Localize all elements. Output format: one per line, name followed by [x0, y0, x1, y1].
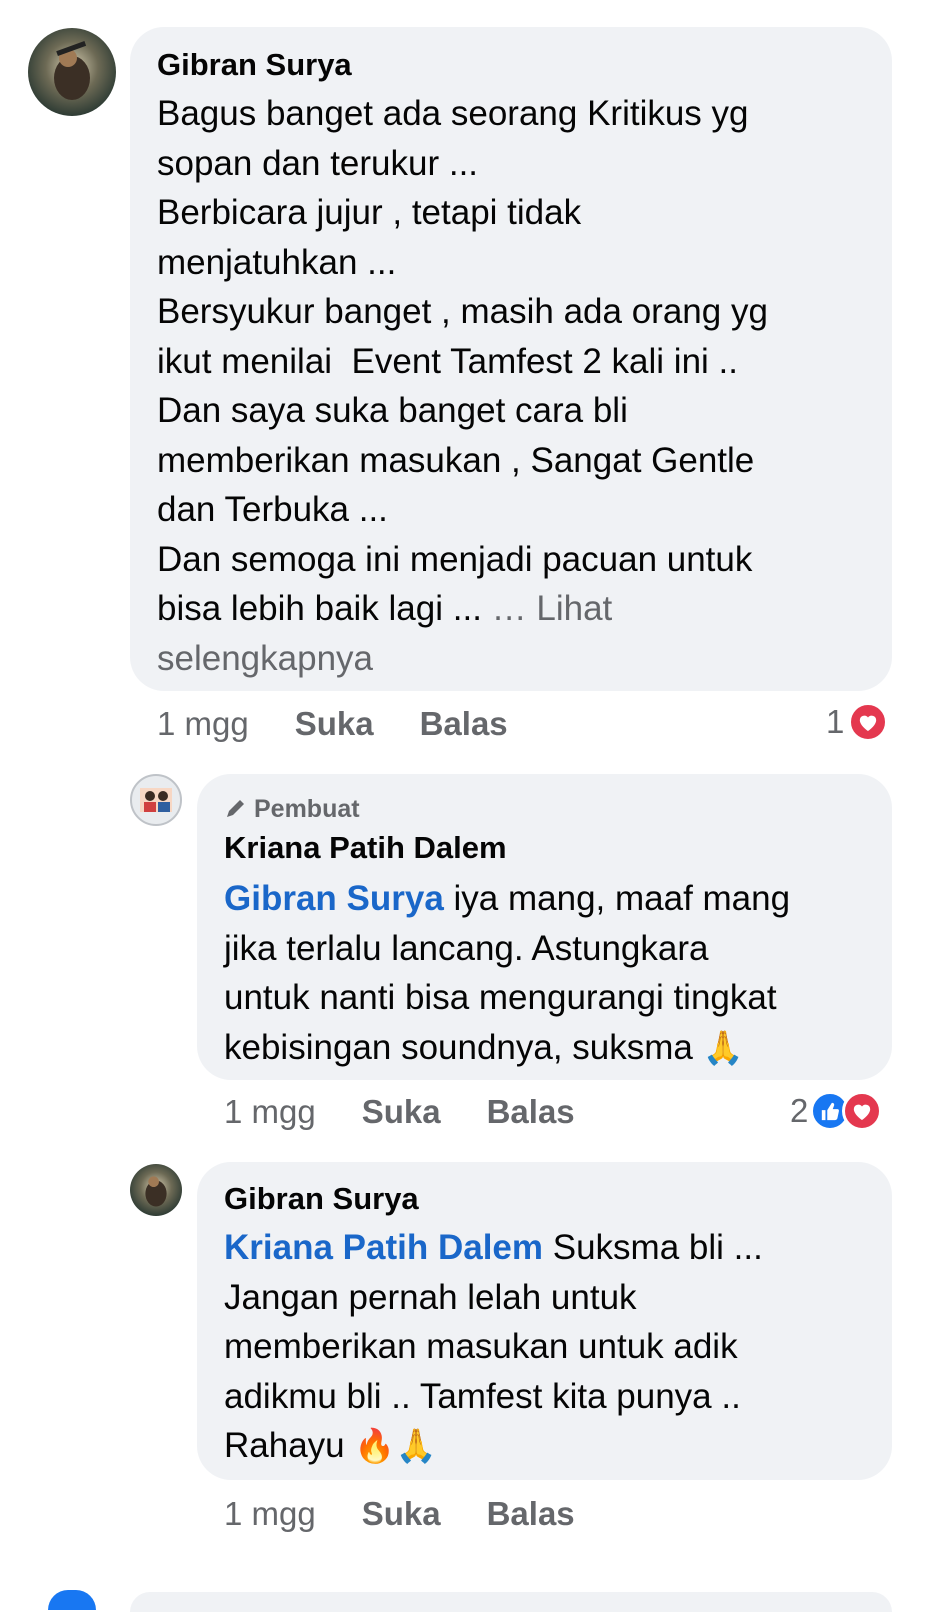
- reaction-summary[interactable]: 2: [790, 1091, 883, 1131]
- pray-emoji-icon: 🙏: [702, 1028, 744, 1066]
- next-avatar-partial: [48, 1590, 96, 1610]
- mention-link[interactable]: Kriana Patih Dalem: [224, 1228, 543, 1267]
- comment-text: Gibran Surya iya mang, maaf mang jika te…: [224, 874, 874, 1072]
- reply-button[interactable]: Balas: [420, 705, 508, 743]
- comment-time[interactable]: 1 mgg: [157, 705, 249, 743]
- comment-bubble: Pembuat Kriana Patih Dalem Gibran Surya …: [197, 774, 892, 1080]
- like-button[interactable]: Suka: [295, 705, 374, 743]
- pencil-icon: [227, 800, 244, 817]
- heart-icon: [848, 702, 889, 742]
- fire-pray-emoji-icon: 🔥🙏: [354, 1427, 437, 1464]
- comment-author[interactable]: Gibran Surya: [157, 45, 872, 85]
- comment-author[interactable]: Gibran Surya: [224, 1179, 874, 1219]
- comment-bubble: Gibran Surya Bagus banget ada seorang Kr…: [130, 27, 892, 691]
- comment-author[interactable]: Kriana Patih Dalem: [224, 828, 874, 868]
- creator-label: Pembuat: [254, 795, 360, 823]
- heart-icon: [842, 1091, 883, 1131]
- reply-button[interactable]: Balas: [487, 1093, 575, 1131]
- reaction-count: 1: [826, 703, 845, 740]
- comment-text: Kriana Patih Dalem Suksma bli ... Jangan…: [224, 1223, 874, 1471]
- reply-button[interactable]: Balas: [487, 1495, 575, 1533]
- like-button[interactable]: Suka: [362, 1495, 441, 1533]
- like-button[interactable]: Suka: [362, 1093, 441, 1131]
- avatar-photo-icon: [145, 1176, 167, 1207]
- comment-time[interactable]: 1 mgg: [224, 1495, 316, 1533]
- comment-actions: 1 mgg Suka Balas: [157, 705, 508, 743]
- reaction-count: 2: [790, 1092, 809, 1129]
- creator-badge: Pembuat: [224, 794, 874, 824]
- comment-actions: 1 mgg Suka Balas: [224, 1495, 575, 1533]
- avatar-photo-icon: [54, 40, 90, 100]
- avatar[interactable]: [130, 774, 182, 826]
- avatar-photo-icon: [140, 788, 172, 812]
- comment-time[interactable]: 1 mgg: [224, 1093, 316, 1131]
- next-bubble-partial: [130, 1592, 892, 1612]
- reaction-summary[interactable]: 1: [826, 702, 889, 742]
- mention-link[interactable]: Gibran Surya: [224, 879, 444, 918]
- comment-actions: 1 mgg Suka Balas: [224, 1093, 575, 1131]
- comment-text: Bagus banget ada seorang Kritikus yg sop…: [157, 89, 872, 683]
- comment-bubble: Gibran Surya Kriana Patih Dalem Suksma b…: [197, 1162, 892, 1480]
- comment-body: Bagus banget ada seorang Kritikus yg sop…: [157, 94, 768, 628]
- avatar[interactable]: [130, 1164, 182, 1216]
- avatar[interactable]: [28, 28, 116, 116]
